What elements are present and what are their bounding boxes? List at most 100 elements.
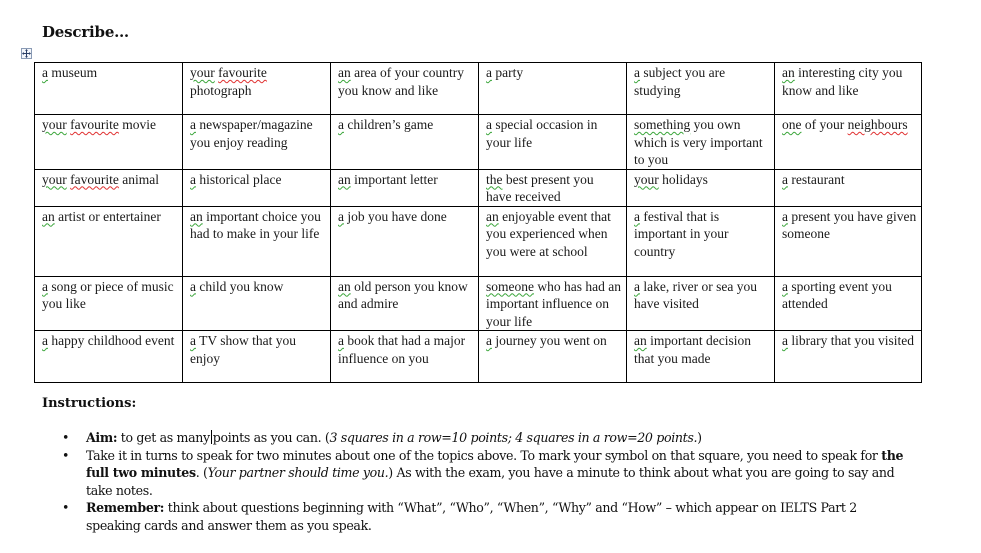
topic-cell[interactable]: a historical place [182, 168, 331, 207]
bullet-icon: • [62, 447, 70, 463]
topic-text: happy childhood event [48, 333, 175, 348]
topic-first-word: the [486, 171, 503, 187]
topic-cell[interactable]: your favourite photograph [182, 62, 331, 115]
topic-text: museum [48, 65, 98, 80]
table-row: a museum your favourite photograph an area… [34, 62, 922, 115]
topic-text: interesting city you know and like [782, 65, 903, 98]
document-title: Describe… [42, 23, 129, 41]
topic-text: newspaper/magazine you enjoy reading [190, 117, 313, 150]
topic-cell[interactable]: a children’s game [330, 114, 479, 170]
topic-cell[interactable]: a museum [34, 62, 183, 115]
topic-text: song or piece of music you like [42, 278, 174, 312]
topic-text: important decision that you made [634, 333, 751, 366]
topic-text: book that had a major influence on you [338, 333, 466, 366]
topic-second-word: favourite [70, 171, 119, 187]
topics-table: a museum your favourite photograph an area… [34, 62, 922, 383]
move-arrows-icon [22, 49, 31, 58]
topic-text: artist or entertainer [54, 208, 161, 224]
topic-text: important choice you had to make in your… [190, 208, 321, 242]
aim-tail: ) [697, 430, 702, 445]
topic-cell[interactable]: an important letter [330, 168, 479, 207]
topic-first-word: an [486, 208, 499, 224]
topic-text: movie [118, 117, 156, 132]
topic-cell[interactable]: a book that had a major influence on you [330, 330, 479, 383]
topic-text: area of your country you know and like [338, 65, 464, 98]
topic-text: photograph [190, 82, 252, 98]
topic-text: special occasion in your life [486, 117, 598, 150]
topic-first-word: an [338, 171, 351, 187]
topic-cell[interactable]: an enjoyable event that you experienced … [478, 205, 627, 277]
topic-second-word: favourite [70, 117, 119, 132]
topic-first-word: your [42, 171, 67, 187]
topic-cell[interactable]: a newspaper/magazine you enjoy reading [182, 114, 331, 170]
topic-first-word: your [190, 65, 215, 80]
remember-label: Remember: [86, 500, 165, 515]
topic-cell[interactable]: an interesting city you know and like [774, 62, 922, 115]
topic-cell[interactable]: someone who has had an important influen… [478, 275, 627, 331]
topic-cell[interactable]: the best present you have received [478, 168, 627, 207]
topic-cell[interactable]: a journey you went on [478, 330, 627, 383]
topic-cell[interactable]: a TV show that you enjoy [182, 330, 331, 383]
topic-cell[interactable]: your holidays [626, 168, 775, 207]
topic-text: old person you know and admire [338, 278, 468, 312]
topic-first-word: an [338, 65, 351, 80]
topic-text: sporting event you attended [782, 278, 892, 312]
topic-cell[interactable]: your favourite animal [34, 168, 183, 207]
topic-text: holidays [658, 171, 708, 187]
topic-cell[interactable]: an important choice you had to make in y… [182, 205, 331, 277]
bullet-icon: • [62, 500, 70, 515]
topic-first-word: an [634, 333, 647, 348]
topic-cell[interactable]: a festival that is important in your cou… [626, 205, 775, 277]
topic-cell[interactable]: a child you know [182, 275, 331, 331]
instruction-aim: • Aim: to get as many points as you can. … [62, 429, 912, 447]
topic-cell[interactable]: a song or piece of music you like [34, 275, 183, 331]
topic-first-word: one [782, 117, 802, 132]
topic-first-word: someone [486, 278, 534, 294]
table-row: a song or piece of music you like a child… [34, 275, 922, 331]
table-move-handle[interactable] [21, 48, 32, 59]
topic-text: enjoyable event that you experienced whe… [486, 208, 611, 259]
text-cursor [210, 430, 212, 444]
topic-text: lake, river or sea you have visited [634, 278, 757, 312]
turns-text-1: Take it in turns to speak for two minute… [86, 447, 882, 463]
topic-text: child you know [196, 278, 284, 294]
topic-cell[interactable]: an artist or entertainer [34, 205, 183, 277]
topic-cell[interactable]: a present you have given someone [774, 205, 922, 277]
turns-italic: Your partner should time you. [207, 465, 389, 480]
topic-text: job you have done [344, 208, 447, 224]
topic-cell[interactable]: a special occasion in your life [478, 114, 627, 170]
topic-cell[interactable]: one of your neighbours [774, 114, 922, 170]
topic-text: animal [118, 171, 159, 187]
topic-first-word: an [782, 65, 795, 80]
topic-cell[interactable]: something you own which is very importan… [626, 114, 775, 170]
topic-first-word: something [634, 117, 691, 132]
bullet-icon: • [62, 430, 70, 445]
topic-text: children’s game [344, 117, 434, 132]
aim-label: Aim: [86, 430, 118, 445]
topic-cell[interactable]: a job you have done [330, 205, 479, 277]
topic-cell[interactable]: an important decision that you made [626, 330, 775, 383]
table-row: a happy childhood event a TV show that yo… [34, 330, 922, 383]
instruction-remember: • Remember: think about questions beginn… [62, 499, 912, 534]
topic-text: important letter [350, 171, 438, 187]
topic-second-word: neighbours [847, 117, 908, 132]
topic-cell[interactable]: a restaurant [774, 168, 922, 207]
topic-cell[interactable]: a library that you visited [774, 330, 922, 383]
topic-first-word: your [42, 117, 67, 132]
topic-cell[interactable]: your favourite movie [34, 114, 183, 170]
topic-second-word: favourite [218, 65, 267, 80]
topic-first-word: an [42, 208, 55, 224]
topic-text: best present you have received [486, 171, 594, 205]
topic-cell[interactable]: a party [478, 62, 627, 115]
topic-text: journey you went on [492, 333, 607, 348]
table-row: your favourite movie a newspaper/magazine… [34, 114, 922, 170]
topic-cell[interactable]: a sporting event you attended [774, 275, 922, 331]
topic-cell[interactable]: an old person you know and admire [330, 275, 479, 331]
topic-cell[interactable]: an area of your country you know and lik… [330, 62, 479, 115]
topic-cell[interactable]: a lake, river or sea you have visited [626, 275, 775, 331]
topic-cell[interactable]: a happy childhood event [34, 330, 183, 383]
topic-text: festival that is important in your count… [634, 208, 729, 259]
instructions-list: • Aim: to get as many points as you can. … [62, 429, 912, 534]
topic-first-word: your [634, 171, 659, 187]
topic-cell[interactable]: a subject you are studying [626, 62, 775, 115]
